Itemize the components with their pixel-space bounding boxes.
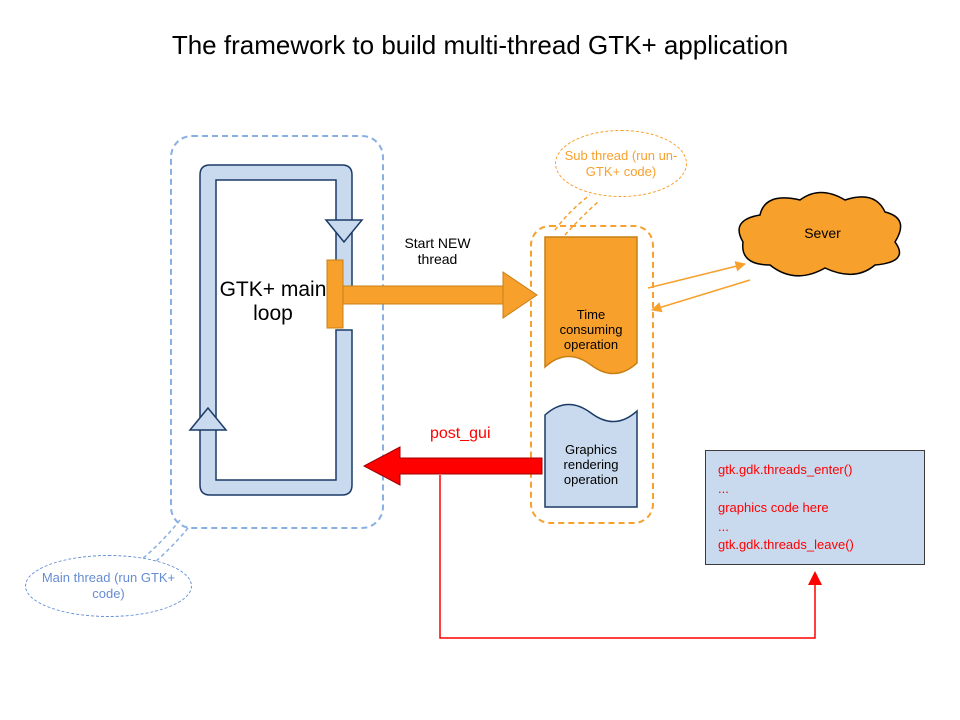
main-thread-bubble-text: Main thread (run GTK+ code): [26, 570, 191, 601]
main-loop-label: GTK+ main loop: [218, 278, 328, 326]
time-op-label: Time consuming operation: [548, 308, 634, 353]
server-link-arrows: [640, 260, 760, 330]
post-gui-label: post_gui: [430, 425, 510, 443]
start-thread-label: Start NEW thread: [390, 235, 485, 267]
code-line: gtk.gdk.threads_enter(): [718, 461, 912, 480]
code-line: gtk.gdk.threads_leave(): [718, 536, 912, 555]
main-loop-pipe: [190, 150, 365, 510]
sub-thread-bubble-text: Sub thread (run un-GTK+ code): [556, 148, 686, 179]
code-box: gtk.gdk.threads_enter() ... graphics cod…: [705, 450, 925, 565]
code-line: graphics code here: [718, 499, 912, 518]
code-line: ...: [718, 518, 912, 537]
diagram-title: The framework to build multi-thread GTK+…: [0, 30, 960, 61]
sub-thread-bubble: Sub thread (run un-GTK+ code): [555, 130, 687, 197]
start-thread-arrow: [325, 260, 540, 330]
server-cloud-label: Sever: [795, 225, 850, 241]
sub-bubble-tail: [550, 190, 610, 240]
main-thread-bubble: Main thread (run GTK+ code): [25, 555, 192, 617]
code-line: ...: [718, 480, 912, 499]
